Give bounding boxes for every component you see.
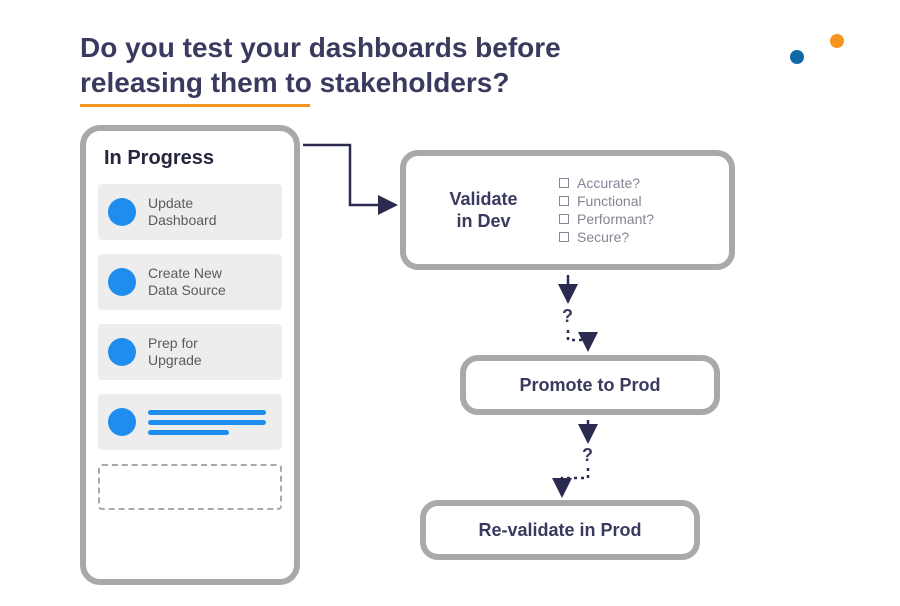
question-mark-1: ? (562, 306, 573, 327)
promote-to-prod-box: Promote to Prod (460, 355, 720, 415)
check-row: Accurate? (559, 175, 654, 191)
arrow-q2-to-revalidate (562, 468, 588, 496)
placeholder-lines (148, 405, 272, 440)
list-item-label: Create New Data Source (148, 265, 226, 300)
arrow-panel-to-validate (303, 145, 396, 205)
bullet-icon (108, 268, 136, 296)
check-label: Secure? (577, 229, 629, 245)
decor-dot-blue (790, 50, 804, 64)
check-label: Accurate? (577, 175, 640, 191)
bullet-icon (108, 338, 136, 366)
check-row: Performant? (559, 211, 654, 227)
validate-in-dev-box: Validate in Dev Accurate? Functional Per… (400, 150, 735, 270)
check-row: Secure? (559, 229, 654, 245)
list-item: Create New Data Source (98, 254, 282, 310)
check-row: Functional (559, 193, 654, 209)
checkbox-icon (559, 214, 569, 224)
list-item: Prep for Upgrade (98, 324, 282, 380)
title-underline (80, 104, 310, 107)
panel-title: In Progress (104, 147, 282, 170)
revalidate-in-prod-box: Re-validate in Prod (420, 500, 700, 560)
check-label: Performant? (577, 211, 654, 227)
decor-dot-orange (830, 34, 844, 48)
bullet-icon (108, 408, 136, 436)
list-item-label: Update Dashboard (148, 195, 217, 230)
checkbox-icon (559, 196, 569, 206)
checkbox-icon (559, 178, 569, 188)
list-item-empty (98, 464, 282, 510)
list-item-placeholder (98, 394, 282, 450)
validate-checklist: Accurate? Functional Performant? Secure? (559, 173, 654, 247)
list-item: Update Dashboard (98, 184, 282, 240)
checkbox-icon (559, 232, 569, 242)
check-label: Functional (577, 193, 642, 209)
validate-title: Validate in Dev (426, 188, 541, 233)
page-title: Do you test your dashboards before relea… (80, 30, 680, 100)
arrow-q1-to-promote (568, 330, 588, 350)
bullet-icon (108, 198, 136, 226)
list-item-label: Prep for Upgrade (148, 335, 202, 370)
question-mark-2: ? (582, 445, 593, 466)
in-progress-panel: In Progress Update Dashboard Create New … (80, 125, 300, 585)
